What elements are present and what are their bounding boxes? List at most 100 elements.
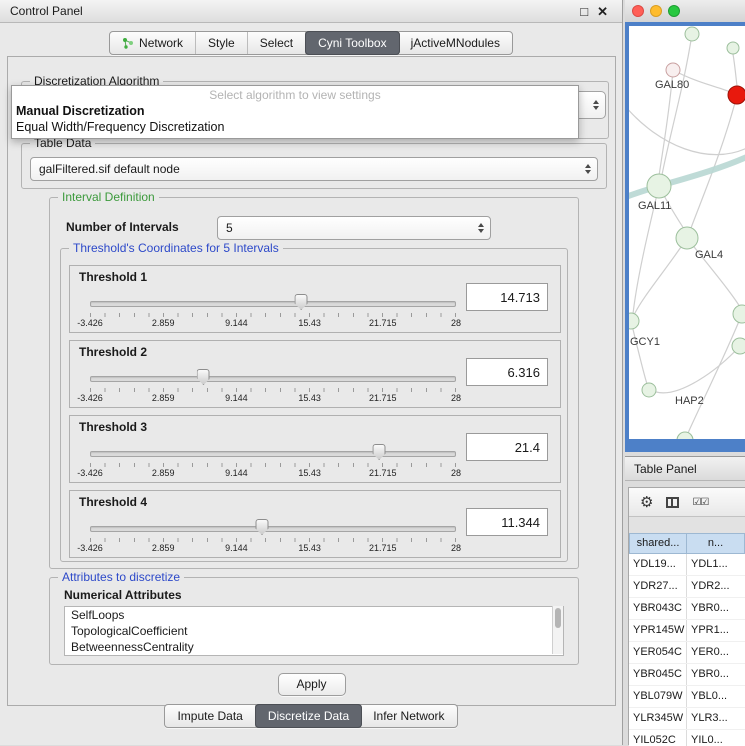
threshold-4-slider[interactable]: -3.4262.8599.14415.4321.71528 <box>90 517 456 553</box>
table-cell: YLR3... <box>687 708 745 729</box>
table-row[interactable]: YDR27...YDR2... <box>629 576 745 598</box>
close-traffic-light-icon[interactable] <box>632 5 644 17</box>
tick-label: -3.426 <box>77 468 103 478</box>
tab-discretize-data[interactable]: Discretize Data <box>255 704 362 728</box>
network-node[interactable] <box>647 174 671 198</box>
close-icon[interactable]: ✕ <box>597 5 608 18</box>
tab-cyni-toolbox[interactable]: Cyni Toolbox <box>305 31 399 55</box>
apply-button[interactable]: Apply <box>278 673 346 696</box>
minimize-icon[interactable]: □ <box>580 5 588 18</box>
slider-track[interactable] <box>90 451 456 457</box>
table-row[interactable]: YBR043CYBR0... <box>629 598 745 620</box>
tick-label: 2.859 <box>152 543 175 553</box>
list-item[interactable]: SelfLoops <box>65 607 563 623</box>
scrollbar-thumb[interactable] <box>555 608 561 628</box>
network-node[interactable] <box>676 227 698 249</box>
threshold-4-block: Threshold 4 -3.4262.8599.14415.4321.7152… <box>69 490 561 558</box>
threshold-2-slider[interactable]: -3.4262.8599.14415.4321.71528 <box>90 367 456 403</box>
tick-label: 28 <box>451 543 461 553</box>
network-node[interactable] <box>666 63 680 77</box>
threshold-3-slider[interactable]: -3.4262.8599.14415.4321.71528 <box>90 442 456 478</box>
slider-thumb[interactable] <box>256 519 269 535</box>
list-item[interactable]: BetweennessCentrality <box>65 639 563 655</box>
list-item[interactable]: TopologicalCoefficient <box>65 623 563 639</box>
table-cell: YER054C <box>629 642 687 663</box>
threshold-1-slider[interactable]: -3.4262.8599.14415.4321.71528 <box>90 292 456 328</box>
table-row[interactable]: YBL079WYBL0... <box>629 686 745 708</box>
table-panel-header: Table Panel <box>625 456 745 481</box>
table-cell: YDR27... <box>629 576 687 597</box>
tab-select[interactable]: Select <box>248 32 306 54</box>
table-cell: YBR045C <box>629 664 687 685</box>
tick-label: -3.426 <box>77 318 103 328</box>
tick-label: 21.715 <box>369 318 397 328</box>
slider-track[interactable] <box>90 376 456 382</box>
table-cell: YBL079W <box>629 686 687 707</box>
tab-infer-network[interactable]: Infer Network <box>361 705 456 727</box>
tick-label: 15.43 <box>298 393 321 403</box>
minimize-traffic-light-icon[interactable] <box>650 5 662 17</box>
threshold-value-field[interactable]: 6.316 <box>466 358 548 386</box>
number-of-intervals-combobox[interactable]: 5 <box>217 216 491 240</box>
network-node[interactable] <box>677 432 693 439</box>
checkbox-icons[interactable]: ☑☑ <box>692 497 708 508</box>
column-header[interactable]: shared... <box>629 533 687 554</box>
combo-stepper-icon <box>587 92 605 118</box>
network-node-highlighted[interactable] <box>728 86 745 104</box>
dropdown-option-equal-width[interactable]: Equal Width/Frequency Discretization <box>12 119 578 135</box>
network-node[interactable] <box>727 42 739 54</box>
tick-label: 9.144 <box>225 468 248 478</box>
dropdown-placeholder: Select algorithm to view settings <box>12 87 578 103</box>
list-scrollbar[interactable] <box>552 606 563 654</box>
tab-label: Infer Network <box>373 709 444 723</box>
slider-track[interactable] <box>90 301 456 307</box>
tick-label: 2.859 <box>152 468 175 478</box>
threshold-2-block: Threshold 2 -3.4262.8599.14415.4321.7152… <box>69 340 561 408</box>
gear-icon[interactable]: ⚙ <box>640 495 653 510</box>
threshold-value-field[interactable]: 14.713 <box>466 283 548 311</box>
thresholds-group: Threshold's Coordinates for 5 Intervals … <box>60 248 568 562</box>
combo-stepper-icon <box>579 158 597 180</box>
network-focus-frame: GAL80GAL11GAL4GCY1HAP2 <box>625 22 745 452</box>
group-title: Attributes to discretize <box>58 570 184 584</box>
slider-thumb[interactable] <box>373 444 386 460</box>
table-row[interactable]: YDL19...YDL1... <box>629 554 745 576</box>
threshold-value-field[interactable]: 11.344 <box>466 508 548 536</box>
table-row[interactable]: YLR345WYLR3... <box>629 708 745 730</box>
dropdown-option-manual-discretization[interactable]: Manual Discretization <box>12 103 578 119</box>
threshold-value-field[interactable]: 21.4 <box>466 433 548 461</box>
network-node[interactable] <box>642 383 656 397</box>
table-cell: YLR345W <box>629 708 687 729</box>
network-node[interactable] <box>685 27 699 41</box>
network-node[interactable] <box>733 305 745 323</box>
slider-track[interactable] <box>90 526 456 532</box>
tab-jactivemnodules[interactable]: jActiveMNodules <box>399 32 512 54</box>
attributes-to-discretize-group: Attributes to discretize Numerical Attri… <box>49 577 579 665</box>
threshold-label: Threshold 4 <box>79 495 147 509</box>
tab-network[interactable]: Network <box>110 32 196 54</box>
slider-ticks <box>90 313 456 317</box>
numerical-attributes-list[interactable]: SelfLoopsTopologicalCoefficientBetweenne… <box>64 606 564 656</box>
table-row[interactable]: YPR145WYPR1... <box>629 620 745 642</box>
slider-ticks <box>90 463 456 467</box>
slider-thumb[interactable] <box>197 369 210 385</box>
tab-impute-data[interactable]: Impute Data <box>165 705 255 727</box>
table-row[interactable]: YER054CYER0... <box>629 642 745 664</box>
column-header[interactable]: n... <box>687 533 745 554</box>
slider-ticks <box>90 538 456 542</box>
tick-label: 28 <box>451 468 461 478</box>
network-node[interactable] <box>732 338 745 354</box>
table-row[interactable]: YIL052CYIL0... <box>629 730 745 746</box>
tab-label: Impute Data <box>177 709 242 723</box>
node-label: HAP2 <box>675 395 704 407</box>
table-row[interactable]: YBR045CYBR0... <box>629 664 745 686</box>
numerical-attributes-label: Numerical Attributes <box>64 588 182 602</box>
tab-style[interactable]: Style <box>196 32 248 54</box>
network-canvas[interactable]: GAL80GAL11GAL4GCY1HAP2 <box>629 26 745 439</box>
slider-thumb[interactable] <box>295 294 308 310</box>
table-data-combobox[interactable]: galFiltered.sif default node <box>30 157 598 181</box>
threshold-label: Threshold 1 <box>79 270 147 284</box>
columns-icon[interactable] <box>666 497 679 508</box>
zoom-traffic-light-icon[interactable] <box>668 5 680 17</box>
network-node[interactable] <box>629 313 639 329</box>
